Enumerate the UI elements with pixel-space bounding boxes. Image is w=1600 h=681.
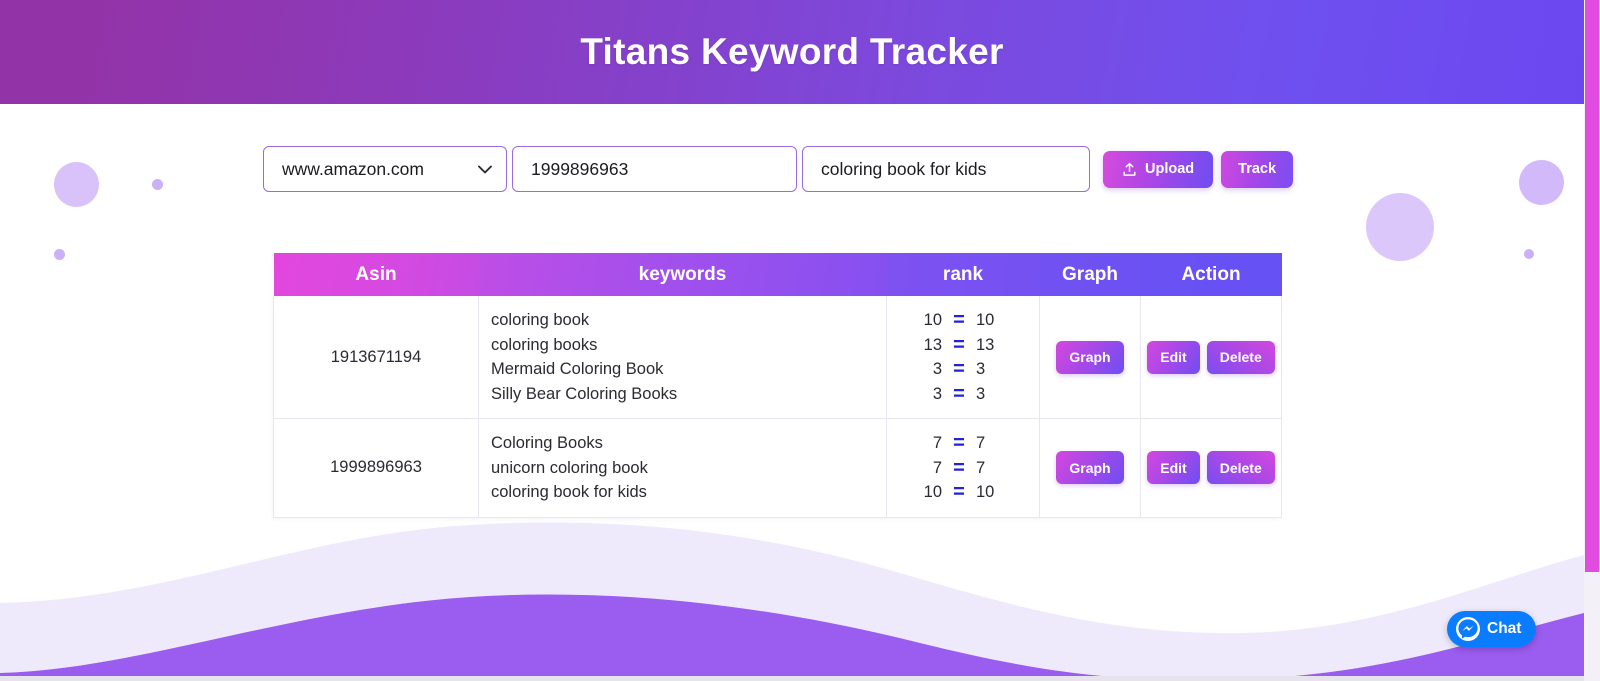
table-row: 1913671194 coloring book coloring books …: [274, 296, 1282, 419]
rank-item: 10 = 10: [899, 480, 1019, 505]
column-header-asin[interactable]: Asin: [274, 253, 479, 296]
column-header-keywords[interactable]: keywords: [479, 253, 887, 296]
decorative-circle: [54, 162, 99, 207]
table-header-row: Asin keywords rank Graph Action: [274, 253, 1282, 296]
delete-button[interactable]: Delete: [1207, 451, 1275, 484]
chat-widget-label: Chat: [1487, 620, 1521, 638]
keyword-item: Mermaid Coloring Book: [491, 357, 886, 382]
cell-asin: 1913671194: [274, 296, 479, 419]
asin-input-value: 1999896963: [531, 159, 628, 180]
delete-button[interactable]: Delete: [1207, 341, 1275, 374]
rank-current: 7: [967, 431, 1003, 456]
column-header-graph[interactable]: Graph: [1040, 253, 1141, 296]
rank-trend-equal-icon: =: [951, 310, 967, 330]
edit-button[interactable]: Edit: [1147, 341, 1199, 374]
rank-current: 10: [967, 480, 1003, 505]
graph-button[interactable]: Graph: [1056, 451, 1123, 484]
keyword-item: Silly Bear Coloring Books: [491, 382, 886, 407]
track-button[interactable]: Track: [1221, 151, 1293, 188]
upload-button-label: Upload: [1145, 161, 1194, 177]
rank-item: 7 = 7: [899, 431, 1019, 456]
rank-previous: 10: [915, 480, 951, 505]
cell-keywords: Coloring Books unicorn coloring book col…: [479, 419, 887, 518]
marketplace-select[interactable]: www.amazon.com: [263, 146, 507, 192]
decorative-circle: [1524, 249, 1534, 259]
horizontal-scrollbar-track[interactable]: [0, 676, 1584, 681]
cell-keywords: coloring book coloring books Mermaid Col…: [479, 296, 887, 419]
keyword-table-container: Asin keywords rank Graph Action 19136711…: [273, 253, 1278, 518]
chevron-down-icon: [478, 165, 492, 174]
search-controls: www.amazon.com 1999896963 coloring book …: [263, 146, 1293, 192]
cell-rank: 7 = 7 7 = 7 10 = 10: [887, 419, 1040, 518]
chat-widget-button[interactable]: Chat: [1447, 611, 1536, 647]
rank-current: 7: [967, 456, 1003, 481]
rank-item: 13 = 13: [899, 333, 1019, 358]
rank-trend-equal-icon: =: [951, 384, 967, 404]
messenger-icon: [1456, 617, 1480, 641]
keyword-item: Coloring Books: [491, 431, 886, 456]
keyword-table: Asin keywords rank Graph Action 19136711…: [273, 253, 1282, 518]
rank-trend-equal-icon: =: [951, 433, 967, 453]
decorative-circle: [1366, 193, 1434, 261]
rank-item: 10 = 10: [899, 308, 1019, 333]
marketplace-select-value: www.amazon.com: [282, 159, 474, 180]
rank-trend-equal-icon: =: [951, 458, 967, 478]
asin-input[interactable]: 1999896963: [512, 146, 797, 192]
upload-button[interactable]: Upload: [1103, 151, 1213, 188]
keyword-item: coloring book for kids: [491, 480, 886, 505]
cell-asin: 1999896963: [274, 419, 479, 518]
rank-item: 3 = 3: [899, 357, 1019, 382]
edit-button[interactable]: Edit: [1147, 451, 1199, 484]
decorative-circle: [152, 179, 163, 190]
column-header-rank[interactable]: rank: [887, 253, 1040, 296]
keyword-item: unicorn coloring book: [491, 456, 886, 481]
keyword-item: coloring books: [491, 333, 886, 358]
page-title: Titans Keyword Tracker: [580, 31, 1003, 73]
rank-previous: 10: [915, 308, 951, 333]
vertical-scrollbar-thumb[interactable]: [1585, 0, 1599, 572]
rank-trend-equal-icon: =: [951, 335, 967, 355]
rank-current: 3: [967, 382, 1003, 407]
wave-back-layer: [0, 523, 1584, 677]
track-button-label: Track: [1238, 161, 1276, 177]
rank-previous: 13: [915, 333, 951, 358]
app-page: Titans Keyword Tracker www.amazon.com 19…: [0, 0, 1600, 681]
rank-previous: 3: [915, 382, 951, 407]
graph-button[interactable]: Graph: [1056, 341, 1123, 374]
rank-current: 13: [967, 333, 1003, 358]
upload-icon: [1122, 162, 1137, 177]
decorative-circle: [1519, 160, 1564, 205]
column-header-action[interactable]: Action: [1141, 253, 1282, 296]
rank-current: 10: [967, 308, 1003, 333]
rank-previous: 3: [915, 357, 951, 382]
rank-item: 3 = 3: [899, 382, 1019, 407]
rank-current: 3: [967, 357, 1003, 382]
cell-rank: 10 = 10 13 = 13 3 = 3: [887, 296, 1040, 419]
cell-action: EditDelete: [1141, 296, 1282, 419]
table-body: 1913671194 coloring book coloring books …: [274, 296, 1282, 517]
rank-trend-equal-icon: =: [951, 359, 967, 379]
cell-action: EditDelete: [1141, 419, 1282, 518]
rank-trend-equal-icon: =: [951, 482, 967, 502]
table-row: 1999896963 Coloring Books unicorn colori…: [274, 419, 1282, 518]
table-head: Asin keywords rank Graph Action: [274, 253, 1282, 296]
cell-graph: Graph: [1040, 419, 1141, 518]
rank-item: 7 = 7: [899, 456, 1019, 481]
keyword-item: coloring book: [491, 308, 886, 333]
keyword-input[interactable]: coloring book for kids: [802, 146, 1090, 192]
decorative-circle: [54, 249, 65, 260]
app-header: Titans Keyword Tracker: [0, 0, 1584, 104]
rank-previous: 7: [915, 456, 951, 481]
cell-graph: Graph: [1040, 296, 1141, 419]
wave-front-layer: [0, 594, 1584, 677]
rank-previous: 7: [915, 431, 951, 456]
keyword-input-value: coloring book for kids: [821, 159, 986, 180]
